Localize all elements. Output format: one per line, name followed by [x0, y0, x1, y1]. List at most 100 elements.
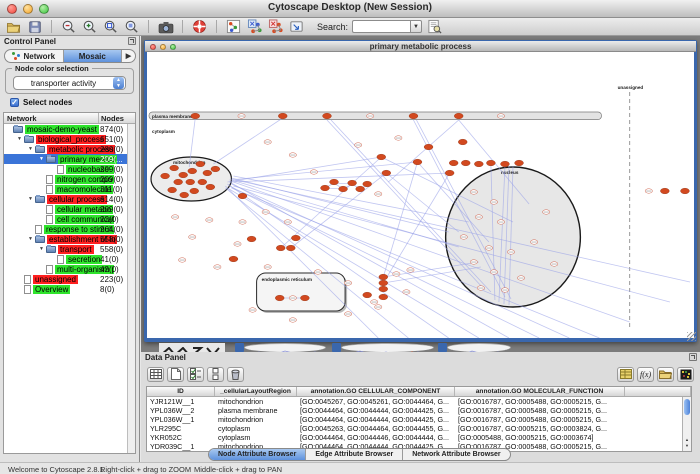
network-node[interactable] — [330, 179, 339, 185]
network-node[interactable] — [291, 235, 300, 241]
hide-selected-nodes-icon[interactable] — [246, 19, 263, 35]
tree-row[interactable]: multi-organism pro42(0) — [4, 264, 127, 274]
network-node-outline[interactable] — [289, 318, 296, 322]
tab-node-attribute-browser[interactable]: Node Attribute Browser — [209, 449, 306, 460]
network-node-outline[interactable] — [490, 270, 497, 274]
network-node-outline[interactable] — [490, 200, 497, 204]
expand-arrow-icon[interactable]: ▼ — [28, 146, 35, 152]
tree-column-nodes[interactable]: Nodes — [99, 113, 135, 123]
unselect-attributes-icon[interactable] — [207, 367, 224, 382]
network-node-outline[interactable] — [284, 220, 291, 224]
network-node[interactable] — [409, 113, 418, 119]
network-node[interactable] — [191, 113, 200, 119]
tree-row[interactable]: cell communicat22(0) — [4, 214, 127, 224]
network-node-outline[interactable] — [375, 192, 382, 196]
network-node[interactable] — [323, 113, 332, 119]
network-node[interactable] — [363, 181, 372, 187]
network-node[interactable] — [379, 274, 388, 280]
network-node[interactable] — [379, 280, 388, 286]
network-node[interactable] — [161, 173, 170, 179]
network-canvas[interactable]: plasma membranecytoplasmnucleusmitochond… — [147, 52, 694, 338]
vizmapper-icon[interactable] — [288, 19, 305, 35]
network-node[interactable] — [458, 139, 467, 145]
network-node-outline[interactable] — [497, 220, 504, 224]
network-node[interactable] — [188, 168, 197, 174]
expand-arrow-icon[interactable]: ▼ — [28, 196, 35, 202]
network-node-outline[interactable] — [314, 270, 321, 274]
open-icon[interactable] — [5, 19, 22, 35]
tree-row[interactable]: secretion41(0) — [4, 254, 127, 264]
tree-row[interactable]: nucleobase-209(0) — [4, 164, 127, 174]
new-attribute-icon[interactable] — [167, 367, 184, 382]
network-node-outline[interactable] — [249, 308, 256, 312]
network-node-outline[interactable] — [375, 305, 382, 309]
tree-row[interactable]: unassigned223(0) — [4, 274, 127, 284]
background-window-edge[interactable] — [332, 343, 341, 352]
network-node-outline[interactable] — [551, 262, 558, 266]
network-node-outline[interactable] — [403, 290, 410, 294]
network-node[interactable] — [681, 188, 690, 194]
float-panel-icon[interactable] — [689, 353, 697, 361]
network-node-outline[interactable] — [355, 143, 362, 147]
table-scrollbar-arrows[interactable]: ▲▼ — [683, 437, 691, 451]
show-selected-nodes-icon[interactable] — [267, 19, 284, 35]
attribute-grid-icon[interactable] — [147, 367, 164, 382]
tree-row[interactable]: Overview8(0) — [4, 284, 127, 294]
help-icon[interactable] — [191, 19, 208, 35]
network-node-outline[interactable] — [371, 300, 378, 304]
network-node-outline[interactable] — [238, 114, 245, 118]
select-attributes-icon[interactable] — [187, 367, 204, 382]
tab-overflow-arrow-icon[interactable]: ▶ — [122, 50, 135, 62]
network-node-outline[interactable] — [264, 140, 271, 144]
search-dropdown-arrow-icon[interactable]: ▼ — [410, 20, 422, 33]
import-attributes-icon[interactable] — [657, 367, 674, 382]
tree-column-network[interactable]: Network — [4, 113, 99, 123]
select-nodes-checkbox[interactable]: ✓ — [10, 98, 19, 107]
table-row[interactable]: YPL036W__1mitochondrion[GO:0044464, GO:0… — [147, 415, 691, 424]
network-node[interactable] — [170, 165, 179, 171]
tab-mosaic[interactable]: Mosaic — [64, 50, 123, 62]
network-node[interactable] — [300, 295, 309, 301]
tab-network[interactable]: Network — [5, 50, 64, 62]
network-node-outline[interactable] — [310, 170, 317, 174]
network-node[interactable] — [278, 113, 287, 119]
network-node-outline[interactable] — [477, 286, 484, 290]
table-row[interactable]: YLR295Ccytoplasm[GO:0045263, GO:0044464,… — [147, 424, 691, 433]
tree-row[interactable]: ▼metabolic process280(0) — [4, 144, 127, 154]
network-node[interactable] — [486, 160, 495, 166]
network-node[interactable] — [454, 113, 463, 119]
network-node-outline[interactable] — [289, 153, 296, 157]
network-node-outline[interactable] — [517, 276, 524, 280]
column-header-region[interactable]: _cellularLayoutRegion — [215, 387, 297, 396]
network-node-outline[interactable] — [393, 272, 400, 276]
network-node[interactable] — [190, 188, 199, 194]
network-node[interactable] — [413, 159, 422, 165]
tree-row[interactable]: cellular metabo209(0) — [4, 204, 127, 214]
column-header-id[interactable]: ID — [147, 387, 215, 396]
delete-attribute-icon[interactable] — [227, 367, 244, 382]
network-node[interactable] — [286, 245, 295, 251]
background-window-edge[interactable] — [438, 343, 447, 352]
background-window-fragment[interactable] — [447, 343, 511, 352]
network-node[interactable] — [515, 160, 524, 166]
network-node[interactable] — [168, 187, 177, 193]
network-node-outline[interactable] — [475, 215, 482, 219]
tree-row[interactable]: ▼transport558(0) — [4, 244, 127, 254]
network-node-outline[interactable] — [501, 288, 508, 292]
network-node[interactable] — [379, 286, 388, 292]
network-node-outline[interactable] — [344, 312, 351, 316]
network-node-outline[interactable] — [460, 235, 467, 239]
network-node[interactable] — [211, 166, 220, 172]
advanced-search-icon[interactable] — [426, 19, 443, 35]
network-window-titlebar[interactable]: primary metabolic process — [145, 41, 696, 52]
tree-row[interactable]: response to stimulu264(0) — [4, 224, 127, 234]
network-node[interactable] — [174, 179, 183, 185]
tree-scrollbar[interactable] — [127, 124, 135, 453]
expand-arrow-icon[interactable]: ▼ — [39, 246, 46, 252]
network-node[interactable] — [321, 185, 330, 191]
network-node-outline[interactable] — [189, 235, 196, 239]
network-node-outline[interactable] — [497, 114, 504, 118]
tab-network-attribute-browser[interactable]: Network Attribute Browser — [403, 449, 509, 460]
window-resize-grip[interactable] — [687, 332, 696, 341]
network-node[interactable] — [363, 292, 372, 298]
